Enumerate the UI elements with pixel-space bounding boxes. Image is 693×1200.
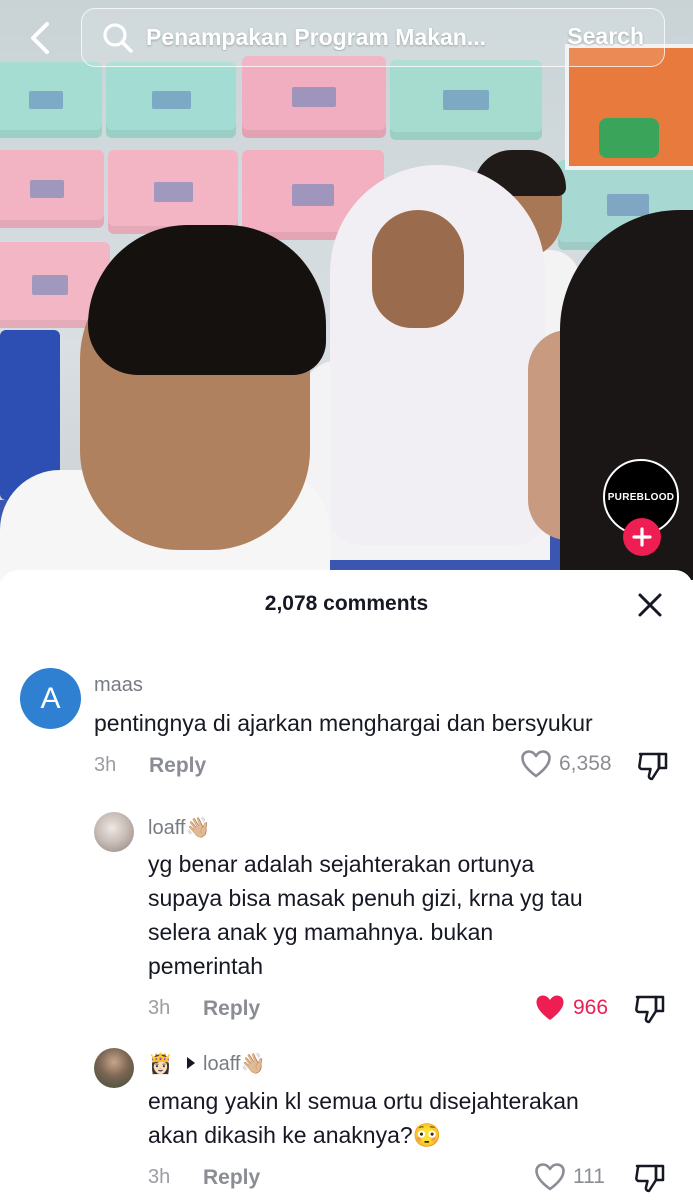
comment-text-line: yg benar adalah sejahterakan ortunya	[148, 851, 535, 877]
avatar[interactable]	[94, 812, 134, 852]
search-icon	[102, 21, 136, 55]
student-hair	[88, 225, 326, 375]
comments-count-title: 2,078 comments	[264, 592, 429, 615]
thumbs-down-icon	[638, 752, 668, 781]
thumbs-down-icon	[635, 995, 665, 1024]
comment-username[interactable]: loaff👋🏼	[148, 815, 210, 840]
chevron-left-icon	[31, 22, 49, 54]
like-count: 966	[573, 996, 609, 1019]
storage-bin	[0, 62, 102, 138]
dislike-button[interactable]	[634, 993, 668, 1025]
heart-icon	[521, 750, 551, 778]
search-button[interactable]: Search	[567, 23, 644, 50]
reply-button[interactable]: Reply	[203, 997, 260, 1021]
close-icon	[638, 593, 662, 617]
comment-time: 3h	[148, 997, 171, 1019]
close-button[interactable]	[634, 589, 666, 621]
storage-bin	[242, 56, 386, 138]
like-button[interactable]: 111	[535, 1163, 605, 1191]
storage-bin	[106, 62, 236, 138]
like-count: 111	[573, 1165, 605, 1188]
avatar-letter: A	[40, 681, 61, 715]
reply-to-username[interactable]: loaff👋🏼	[203, 1051, 265, 1076]
student-face	[372, 210, 464, 328]
reply-arrow-icon	[187, 1057, 195, 1069]
avatar[interactable]: A	[20, 668, 81, 729]
like-button[interactable]: 966	[535, 994, 608, 1022]
dislike-button[interactable]	[637, 750, 671, 782]
comment-text-line: supaya bisa masak penuh gizi, krna yg ta…	[148, 885, 583, 911]
creator-name: PUREBLOOD	[607, 491, 675, 503]
video-frame[interactable]	[0, 0, 693, 580]
comments-panel: 2,078 comments A maas pentingnya di ajar…	[0, 570, 693, 1200]
comment-text-line: akan dikasih ke anaknya?😳	[148, 1122, 442, 1148]
comment-text-line: selera anak yg mamahnya. bukan	[148, 919, 494, 945]
storage-bin	[0, 150, 104, 228]
heart-filled-icon	[536, 995, 564, 1020]
search-bar[interactable]: Penampakan Program Makan... Search	[81, 8, 665, 67]
comment-time: 3h	[148, 1166, 171, 1188]
comment-username-prefix: 👸🏻	[148, 1053, 173, 1075]
comment-text-line: pemerintah	[148, 953, 264, 979]
follow-button[interactable]	[623, 518, 661, 556]
reply-button[interactable]: Reply	[203, 1166, 260, 1190]
search-query[interactable]: Penampakan Program Makan...	[146, 24, 516, 51]
like-count: 6,358	[559, 752, 612, 775]
avatar[interactable]	[94, 1048, 134, 1088]
thumbs-down-icon	[635, 1164, 665, 1193]
storage-bin	[390, 60, 542, 140]
comment-text-line: emang yakin kl semua ortu disejahterakan	[148, 1088, 579, 1114]
comment-time: 3h	[94, 754, 117, 776]
dislike-button[interactable]	[634, 1162, 668, 1194]
reply-button[interactable]: Reply	[149, 754, 206, 778]
heart-icon	[535, 1163, 565, 1191]
storage-bin	[108, 150, 238, 234]
plus-icon	[632, 527, 652, 547]
back-button[interactable]	[20, 18, 60, 58]
comment-text: pentingnya di ajarkan menghargai dan ber…	[94, 710, 593, 736]
like-button[interactable]: 6,358	[521, 750, 612, 778]
comment-username[interactable]: maas	[94, 674, 143, 697]
